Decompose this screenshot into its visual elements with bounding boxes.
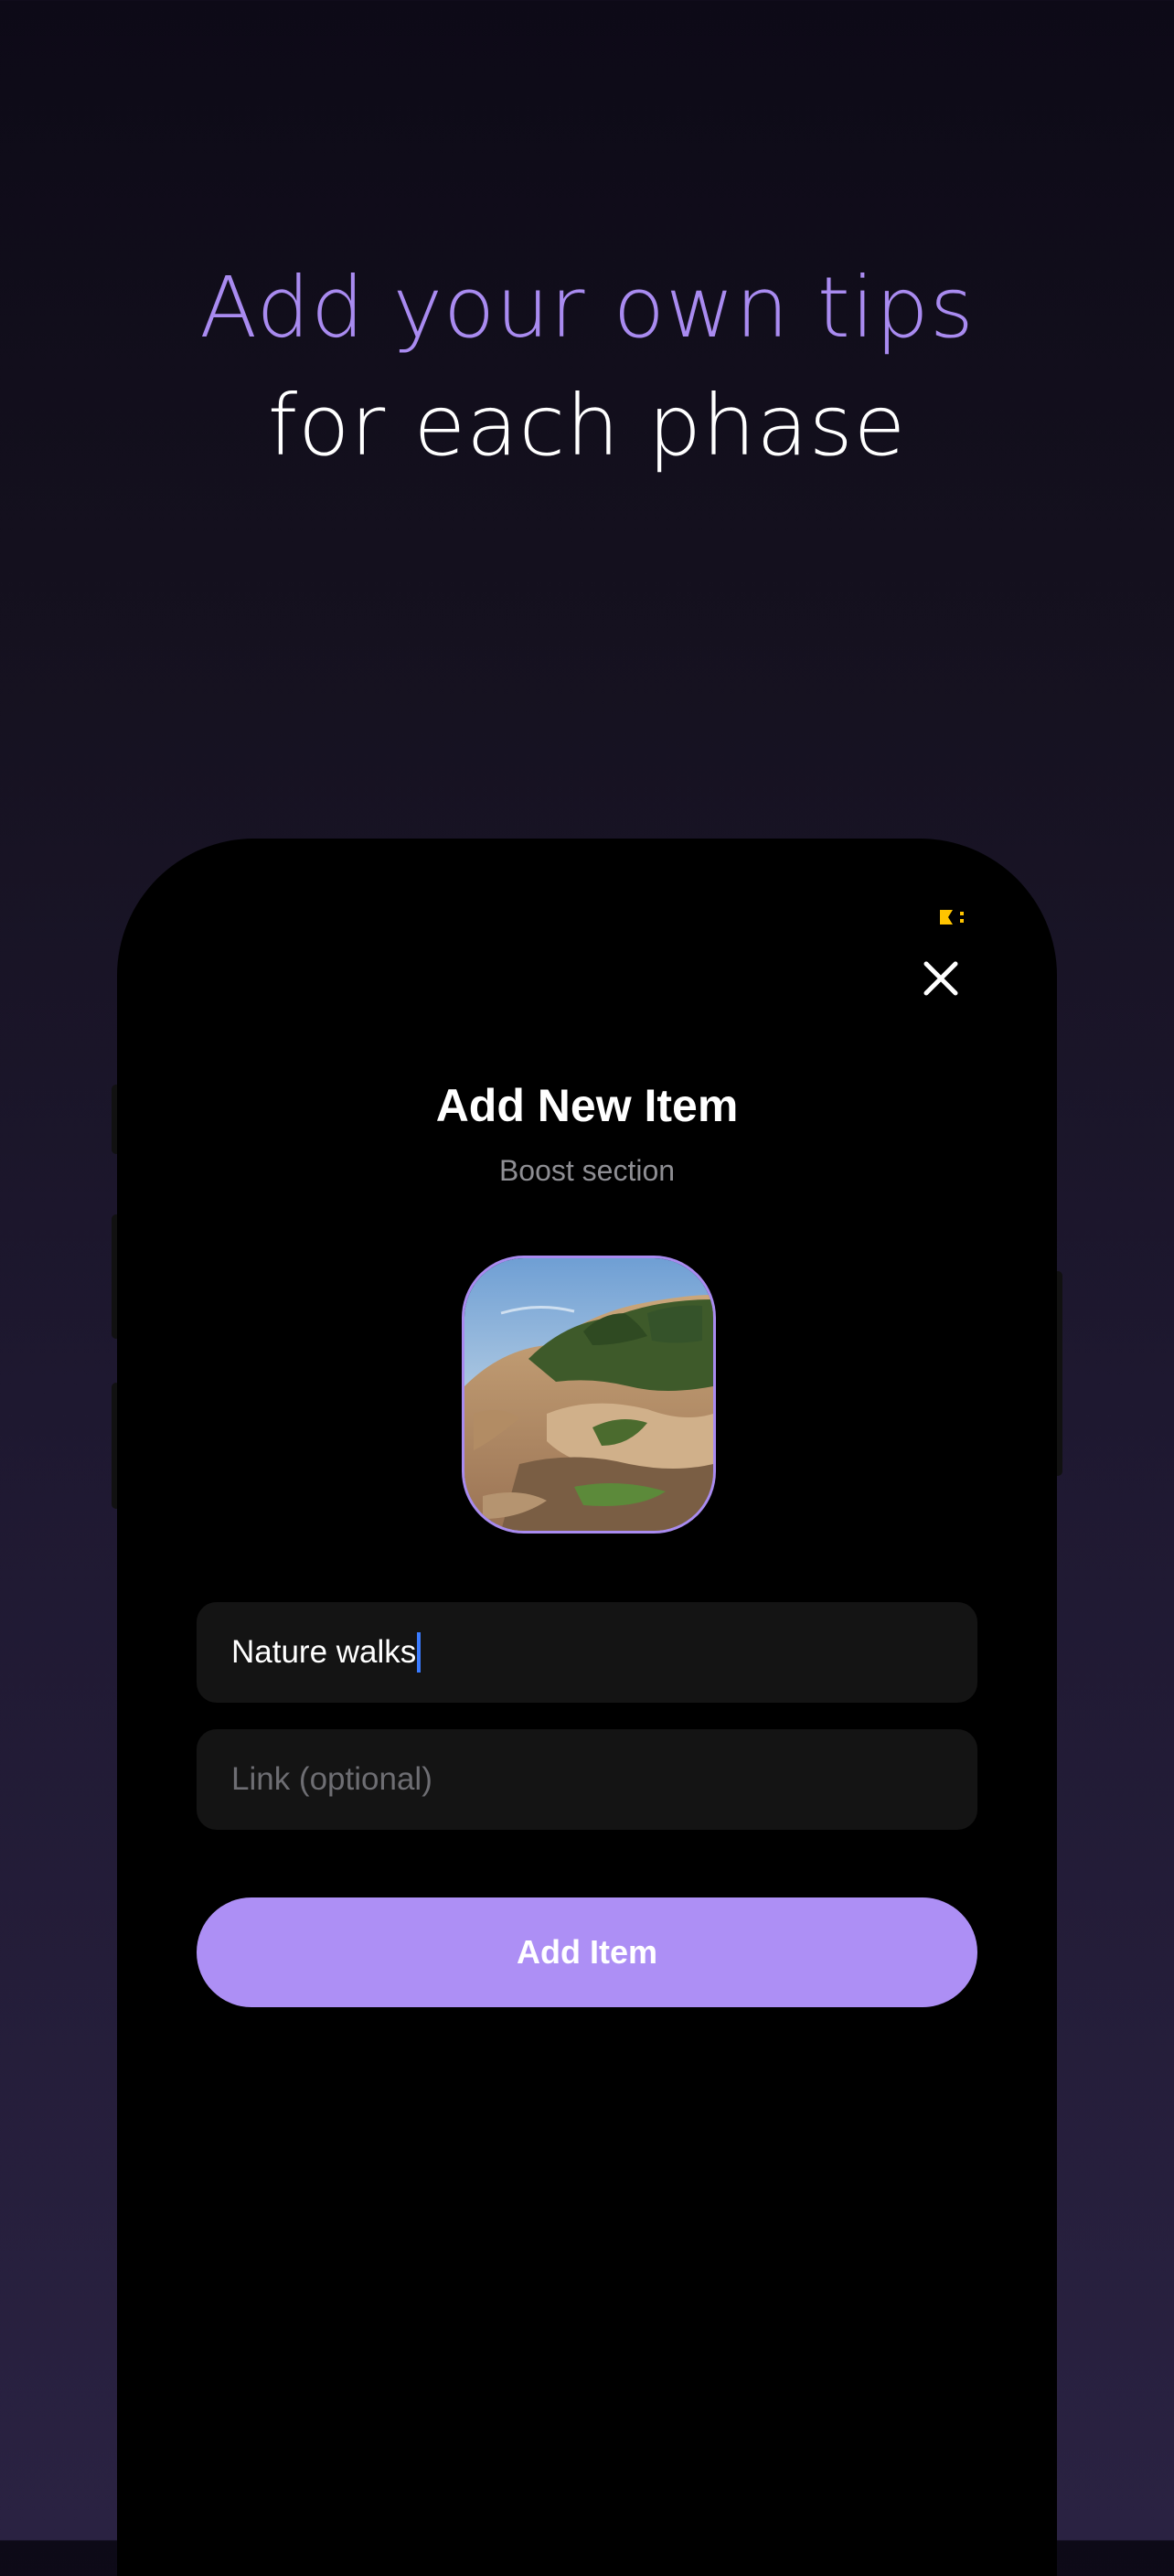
add-item-button[interactable]: Add Item [197, 1897, 977, 2007]
headline-main: for each phase [267, 377, 907, 475]
link-placeholder: Link (optional) [231, 1761, 432, 1797]
modal-title: Add New Item [435, 1080, 739, 1131]
item-name-input[interactable]: Nature walks [197, 1602, 977, 1703]
text-caret [417, 1632, 422, 1673]
headline-accent: Add your own tips [199, 259, 975, 357]
modal-subtitle: Boost section [498, 1154, 676, 1187]
close-icon[interactable] [918, 956, 964, 1001]
phone-screen: Add New Item Boost section Nature walks … [117, 839, 1057, 2576]
item-image[interactable] [462, 1256, 716, 1534]
status-indicator-icon [940, 910, 964, 925]
link-input[interactable]: Link (optional) [197, 1729, 977, 1830]
item-name-value: Nature walks [231, 1634, 417, 1670]
